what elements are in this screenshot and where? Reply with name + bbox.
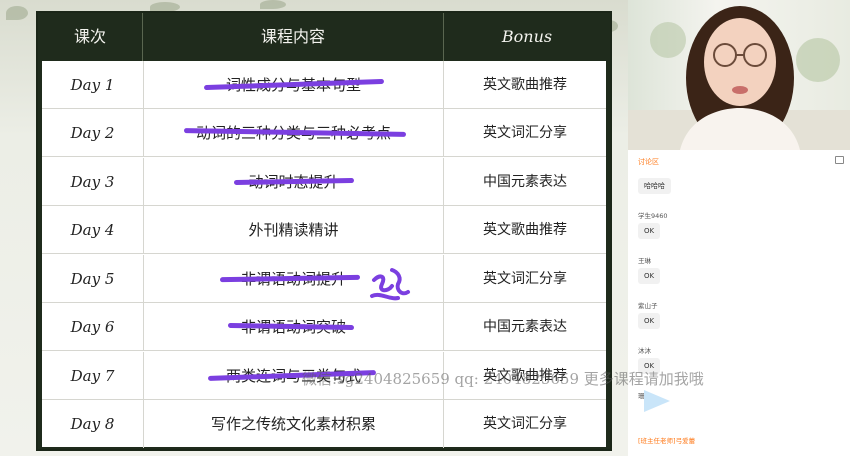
- bonus-label: 中国元素表达: [483, 174, 567, 190]
- day-label: Day 3: [42, 158, 144, 206]
- day-label: Day 4: [42, 206, 144, 254]
- header-bonus: Bonus: [501, 27, 553, 46]
- watermark-text: 微信:sg2404825659 qq: 2404825659 更多课程请加我哦: [302, 370, 704, 388]
- day-label: Day 7: [42, 352, 144, 400]
- chat-message: OK: [638, 313, 661, 329]
- chat-username: 沐沐: [638, 347, 651, 355]
- handwriting-annotation: [370, 268, 410, 301]
- day-label: Day 8: [42, 400, 144, 448]
- bonus-label: 英文词汇分享: [483, 125, 567, 141]
- teacher-video-image: [628, 6, 850, 150]
- content-label: 写作之传统文化素材积累: [144, 400, 444, 448]
- table-body: Day 1 词性成分与基本句型 英文歌曲推荐 Day 2 动词的三种分类与三种必…: [42, 61, 606, 448]
- table-row: Day 3 动词时态提升 中国元素表达: [42, 158, 606, 206]
- chat-username: 王琳: [638, 257, 651, 265]
- bonus-label: 英文词汇分享: [483, 271, 567, 287]
- discussion-title: 讨论区: [638, 158, 659, 166]
- day-label: Day 6: [42, 303, 144, 351]
- header-session: 课次: [73, 27, 106, 46]
- table-header: 课次 课程内容 Bonus: [38, 13, 610, 61]
- day-label: Day 1: [42, 61, 144, 109]
- chat-message: OK: [638, 223, 661, 239]
- chat-username: 紫山子: [638, 302, 658, 310]
- teacher-video-feed: [628, 0, 850, 150]
- chat-username: 学生9460: [638, 212, 668, 220]
- table-row: Day 6 非谓语动词突破 中国元素表达: [42, 303, 606, 351]
- bonus-label: 中国元素表达: [483, 319, 567, 335]
- table-row: Day 2 动词的三种分类与三种必考点 英文词汇分享: [42, 109, 606, 157]
- bonus-label: 英文歌曲推荐: [483, 77, 567, 93]
- header-content: 课程内容: [142, 13, 444, 61]
- chat-message: 哈哈哈: [638, 178, 671, 194]
- table-row: Day 4 外刊精读精讲 英文歌曲推荐: [42, 206, 606, 254]
- day-label: Day 5: [42, 255, 144, 303]
- content-label: 外刊精读精讲: [144, 206, 444, 254]
- play-overlay-icon: [644, 390, 670, 412]
- bonus-label: 英文歌曲推荐: [483, 222, 567, 238]
- table-row: Day 8 写作之传统文化素材积累 英文词汇分享: [42, 400, 606, 448]
- chat-message: OK: [638, 268, 661, 284]
- chat-settings-icon[interactable]: [835, 156, 844, 164]
- bonus-label: 英文词汇分享: [483, 416, 567, 432]
- table-row: Day 5 非谓语动词提升 英文词汇分享: [42, 255, 606, 303]
- teacher-label: [班主任老师]弓爱蕾: [638, 437, 696, 445]
- table-row: Day 1 词性成分与基本句型 英文歌曲推荐: [42, 61, 606, 109]
- day-label: Day 2: [42, 109, 144, 157]
